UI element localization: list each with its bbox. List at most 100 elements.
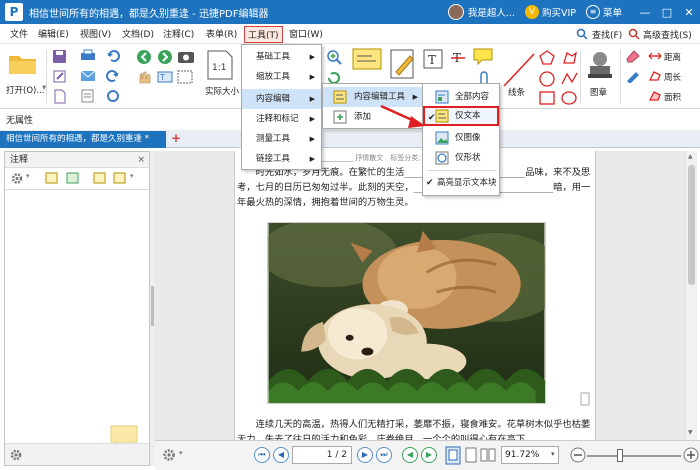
undo-icon[interactable] [106,49,120,63]
redo-icon[interactable] [106,69,120,83]
last-page-button[interactable]: ⏭ [376,447,392,463]
vip-icon[interactable]: V [524,5,539,19]
edit-content-icon[interactable] [352,48,382,70]
search-icon[interactable] [576,28,588,40]
menu-icon[interactable]: ≡ [585,5,600,19]
close-button[interactable]: ✕ [678,6,700,19]
rectangle-icon[interactable] [538,90,556,106]
zoom-in-button-icon[interactable] [683,447,699,463]
minimize-button[interactable]: — [634,6,656,19]
scrollbar-thumb[interactable] [688,165,695,285]
menu-item-content-edit[interactable]: 内容编辑 ▶ [242,89,321,109]
advanced-search-icon[interactable] [628,28,640,40]
actual-size-label[interactable]: 实际大小 [205,85,239,97]
zoom-in-icon[interactable] [326,49,342,65]
scroll-down-icon[interactable]: ▼ [688,429,693,436]
export-dropdown-icon[interactable]: ▾ [130,172,134,180]
stamp-label[interactable]: 图章 [590,86,607,98]
perimeter-icon[interactable] [648,70,662,82]
document-icon[interactable] [52,89,67,104]
expand-all-icon[interactable] [45,172,59,185]
menu-item-zoom-tools[interactable]: 缩放工具 ▶ [242,67,321,87]
single-page-view-icon[interactable] [445,446,461,465]
add-tab-button[interactable]: + [171,132,183,144]
back-icon[interactable] [136,49,152,65]
ellipse-icon[interactable] [560,90,578,106]
two-page-view-icon[interactable] [480,447,496,463]
paragraph-1[interactable]: 时光如水，岁月无痕。在繁忙的生活________________________… [237,165,594,213]
menu-tools[interactable]: 工具(T) [244,26,283,43]
typewriter-icon[interactable] [388,48,418,80]
menu-edit[interactable]: 编辑(E) [38,27,69,40]
main-menu-button[interactable]: 菜单 [603,5,622,19]
properties-icon[interactable] [80,89,96,103]
edit-icon[interactable] [52,69,67,84]
area-label[interactable]: 面积 [664,91,681,103]
menu-document[interactable]: 文档(D) [122,27,154,40]
continuous-view-icon[interactable] [464,447,478,463]
distance-icon[interactable] [648,50,662,62]
polygon-icon[interactable] [538,49,556,67]
cloud-shape-icon[interactable] [560,49,578,67]
go-back-button[interactable]: ◀ [402,447,418,463]
buy-vip-button[interactable]: 购买VIP [542,5,576,19]
zoom-slider-thumb[interactable] [617,449,623,462]
paragraph-2[interactable]: 连续几天的高温，热得人们无精打采，萎靡不振，寝食难安。花草树木似乎也枯萎无力，失… [237,417,594,440]
scroll-up-icon[interactable]: ▲ [688,153,693,160]
menu-view[interactable]: 视图(V) [80,27,111,40]
open-folder-icon[interactable] [8,50,38,76]
panel-close-button[interactable]: × [137,152,145,168]
splitter-grip[interactable] [151,286,154,326]
menu-item-comment-markup[interactable]: 注释和标记 ▶ [242,109,321,129]
menu-item-highlight-text-blocks[interactable]: ✔ 高亮显示文本块 [423,173,499,193]
status-settings-icon[interactable] [161,447,177,463]
pdf-page[interactable]: __________ 抒情散文 标签分类：抒情散文 时光如水，岁月无痕。在繁忙的… [234,151,596,440]
menu-form[interactable]: 表单(R) [206,27,237,40]
strikeout-icon[interactable]: T [450,49,466,65]
status-settings-dropdown-icon[interactable]: ▾ [179,449,183,457]
menu-item-shape-only[interactable]: 仅形状 [423,148,499,168]
line-label[interactable]: 线条 [508,86,525,98]
actual-size-icon[interactable]: 1:1 [206,50,234,80]
text-box-icon[interactable]: T [423,49,443,69]
panel-settings-icon[interactable] [9,448,23,462]
zoom-dropdown-icon[interactable]: ▾ [551,450,555,458]
select-text-icon[interactable]: T [157,70,173,84]
menu-comment[interactable]: 注释(C) [163,27,194,40]
user-name[interactable]: 我是超人... [468,5,515,19]
print-icon[interactable] [80,49,96,63]
line-tool-icon[interactable] [500,50,538,88]
find-button[interactable]: 查找(F) [592,28,622,41]
go-forward-button[interactable]: ▶ [421,447,437,463]
menu-file[interactable]: 文件 [10,27,28,40]
email-icon[interactable] [80,69,96,83]
settings-dropdown-icon[interactable]: ▾ [26,172,30,180]
page-number-input[interactable]: 1 / 2 [292,446,352,464]
menu-window[interactable]: 窗口(W) [289,27,323,40]
menu-item-basic-tools[interactable]: 基础工具 ▶ [242,47,321,67]
cat-and-dog-photo[interactable] [267,222,546,404]
open-label[interactable]: 打开(O)... [6,84,44,96]
camera-icon[interactable] [177,49,195,64]
menu-item-link-tools[interactable]: 链接工具 ▶ [242,149,321,169]
settings-gear-icon[interactable] [10,172,24,185]
menu-item-measure-tools[interactable]: 测量工具 ▶ [242,129,321,149]
export-icon[interactable] [113,172,127,185]
first-page-button[interactable]: ⏮ [254,447,270,463]
perimeter-label[interactable]: 周长 [664,71,681,83]
forward-icon[interactable] [157,49,173,65]
maximize-button[interactable]: □ [656,6,678,19]
import-icon[interactable] [93,172,107,185]
pencil-icon[interactable] [625,69,641,83]
collapse-all-icon[interactable] [66,172,80,185]
stamp-icon[interactable] [585,50,615,82]
eraser-icon[interactable] [625,49,641,63]
note-icon[interactable] [472,47,494,65]
zoom-out-icon[interactable] [570,447,586,463]
zoom-slider[interactable] [587,455,681,457]
save-icon[interactable] [52,49,67,64]
avatar[interactable] [447,4,464,20]
polyline-icon[interactable] [560,70,578,88]
vertical-scrollbar[interactable]: ▲ ▼ [685,151,697,440]
next-page-button[interactable]: ▶ [357,447,373,463]
